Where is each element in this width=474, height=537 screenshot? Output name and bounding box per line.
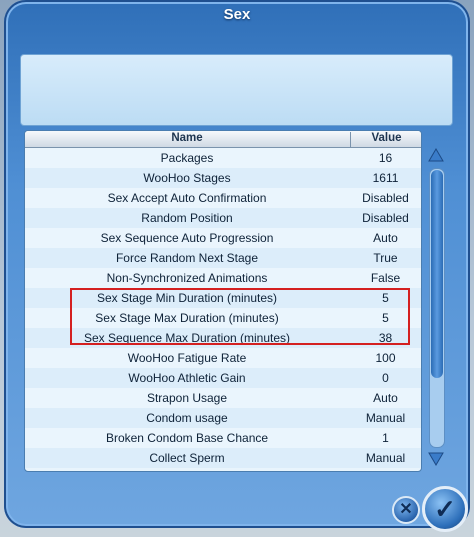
checkmark-icon: ✓ — [434, 494, 456, 524]
table-header: Name Value — [25, 131, 421, 148]
row-value: Manual — [365, 451, 406, 465]
row-value: False — [370, 271, 401, 285]
table-row[interactable]: WooHoo Stages 1611 — [25, 168, 421, 188]
row-value: 0 — [382, 371, 389, 385]
table-row[interactable]: Non-Synchronized Animations False — [25, 268, 421, 288]
row-name: WooHoo Athletic Gain — [128, 371, 246, 385]
close-icon: ✕ — [399, 501, 413, 518]
row-name: Force Random Next Stage — [115, 251, 259, 265]
row-name: Random Position — [141, 211, 233, 225]
column-header-name[interactable]: Name — [25, 132, 349, 144]
ok-button[interactable]: ✓ — [422, 486, 468, 532]
scroll-up-icon[interactable] — [428, 148, 444, 162]
table-row[interactable]: Collect Sperm Manual — [25, 448, 421, 468]
table-row[interactable]: Sex Accept Auto Confirmation Disabled — [25, 188, 421, 208]
row-value: Manual — [365, 411, 406, 425]
scroll-down-icon[interactable] — [428, 452, 444, 466]
row-value: 100 — [375, 351, 396, 365]
table-row[interactable]: Packages 16 — [25, 148, 421, 168]
table-row[interactable]: Random Position Disabled — [25, 208, 421, 228]
row-value: Disabled — [362, 211, 409, 225]
table-row[interactable]: Force Random Next Stage True — [25, 248, 421, 268]
table-row[interactable]: Sex Sequence Auto Progression Auto — [25, 228, 421, 248]
row-value: Disabled — [362, 191, 409, 205]
row-name: Non-Synchronized Animations — [106, 271, 268, 285]
row-name: Sex Sequence Auto Progression — [100, 231, 274, 245]
table-row[interactable]: WooHoo Athletic Gain 0 — [25, 368, 421, 388]
row-name: WooHoo Stages — [143, 171, 231, 185]
scrollbar-track[interactable] — [429, 168, 445, 448]
column-header-value[interactable]: Value — [350, 132, 421, 148]
dialog-title: Sex — [223, 6, 251, 23]
row-value: True — [373, 251, 398, 265]
row-name: Condom usage — [146, 411, 228, 425]
table-row[interactable]: Broken Condom Base Chance 1 — [25, 428, 421, 448]
table-row[interactable]: Strapon Usage Auto — [25, 388, 421, 408]
row-value: Auto — [373, 391, 398, 405]
row-value: 16 — [378, 151, 393, 165]
description-panel — [20, 54, 453, 126]
row-name: Packages — [160, 151, 214, 165]
row-name: Collect Sperm — [149, 451, 225, 465]
row-value: 1611 — [372, 171, 399, 185]
table-row[interactable]: WooHoo Fatigue Rate 100 — [25, 348, 421, 368]
row-value: 1 — [382, 431, 389, 445]
row-name: WooHoo Fatigue Rate — [127, 351, 247, 365]
row-value: Auto — [373, 231, 398, 245]
row-name: Broken Condom Base Chance — [105, 431, 269, 445]
table-row[interactable]: Condom usage Manual — [25, 408, 421, 428]
scrollbar-thumb[interactable] — [431, 170, 443, 378]
row-name: Strapon Usage — [146, 391, 228, 405]
cancel-button[interactable]: ✕ — [392, 496, 420, 524]
highlight-box — [70, 288, 410, 345]
row-name: Sex Accept Auto Confirmation — [107, 191, 267, 205]
